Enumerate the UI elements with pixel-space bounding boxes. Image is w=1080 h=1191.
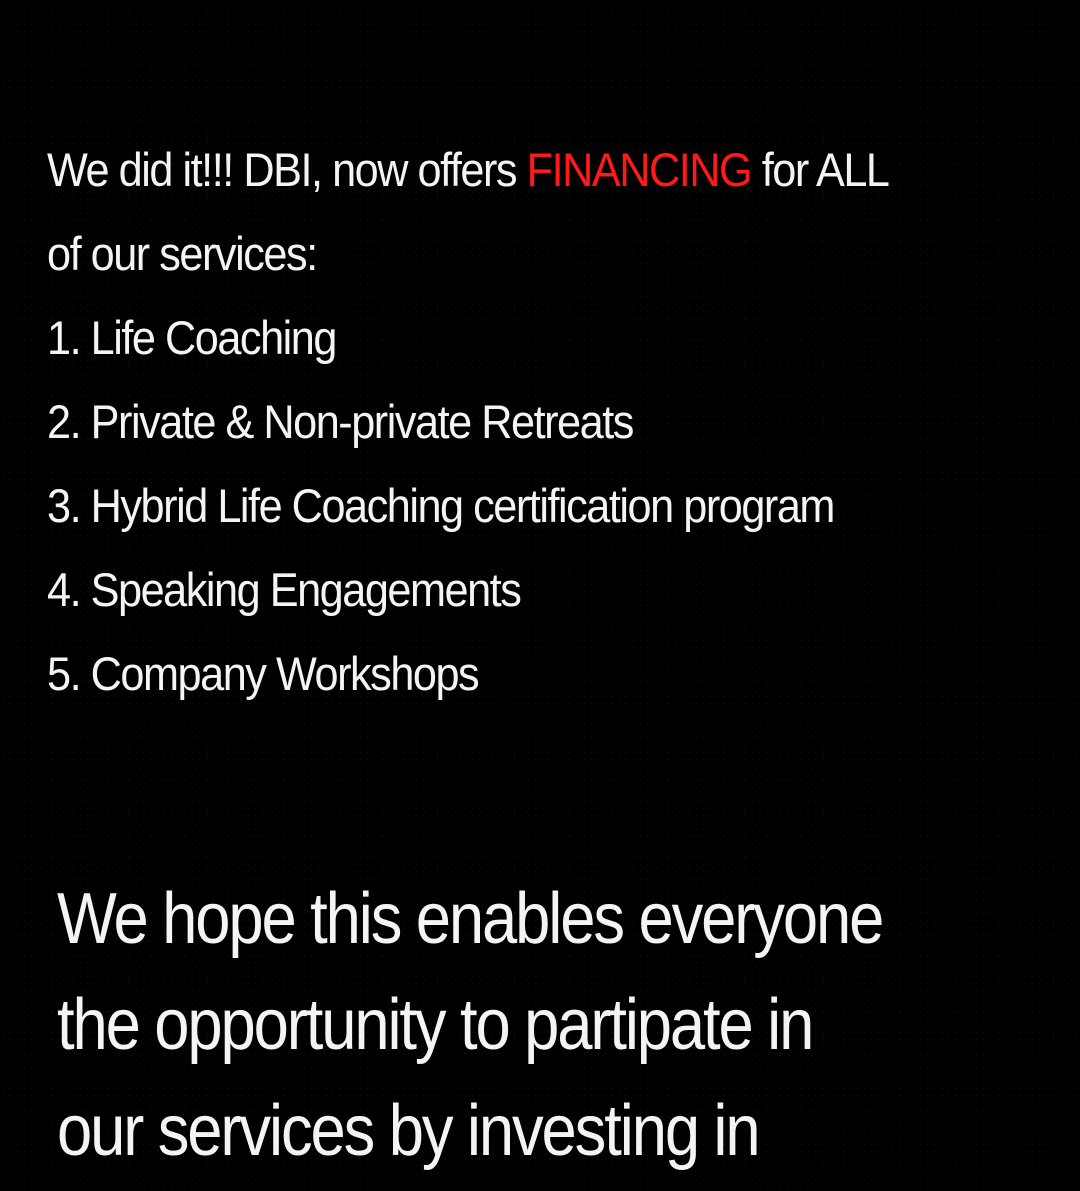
headline: We did it!!! DBI, now offers FINANCING f… <box>47 128 976 296</box>
service-item-retreats: 2. Private & Non-private Retreats <box>47 395 634 448</box>
headline-text-start: We did it!!! DBI, now offers <box>47 143 527 196</box>
headline-line-1: We did it!!! DBI, now offers FINANCING f… <box>47 128 976 212</box>
financing-highlight: FINANCING <box>526 143 753 196</box>
closing-line-1: We hope this enables everyone <box>57 879 884 959</box>
headline-line-2: of our services: <box>47 227 318 280</box>
service-item-life-coaching: 1. Life Coaching <box>47 311 337 364</box>
service-item-company-workshops: 5. Company Workshops <box>47 647 480 700</box>
service-item-speaking-engagements: 4. Speaking Engagements <box>47 563 522 616</box>
headline-text-end: for ALL <box>751 143 890 196</box>
announcement-post: We did it!!! DBI, now offers FINANCING f… <box>0 0 1080 1191</box>
closing-message: We hope this enables everyone the opport… <box>57 866 884 1184</box>
closing-line-3: our services by investing in <box>57 1091 761 1171</box>
service-item-certification-program: 3. Hybrid Life Coaching certification pr… <box>47 479 835 532</box>
services-list: 1. Life Coaching 2. Private & Non-privat… <box>47 296 835 716</box>
closing-line-2: the opportunity to partipate in <box>57 985 814 1065</box>
